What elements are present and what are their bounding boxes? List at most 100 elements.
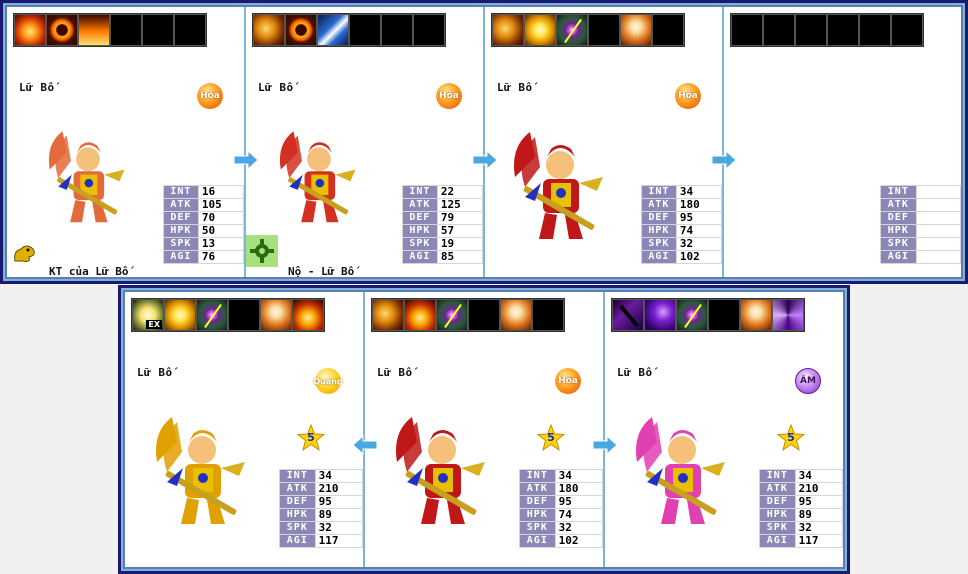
stat-value-int: 34 <box>794 469 844 483</box>
empty-skill-slot[interactable] <box>413 14 445 46</box>
empty-skill-slot[interactable] <box>142 14 174 46</box>
skill-bar <box>730 13 924 47</box>
stat-value-spk: 19 <box>436 237 484 251</box>
empty-skill-slot[interactable] <box>588 14 620 46</box>
stat-label: AGI <box>279 534 316 548</box>
hero-name: Lữ Bố <box>617 366 653 379</box>
aim-skill-icon[interactable] <box>556 14 588 46</box>
flame-skill-icon[interactable] <box>404 299 436 331</box>
stat-value-def: 95 <box>314 495 364 509</box>
empty-skill-slot[interactable] <box>859 14 891 46</box>
stat-label: INT <box>641 185 677 199</box>
hero-panel-1: Lữ Bố Hỏa INT 16 ATK 105 DEF 70 HPK 50 SPK 13 AGI 76… <box>7 7 259 278</box>
angel-skill-icon[interactable] <box>260 299 292 331</box>
stat-value-hpk: 57 <box>436 224 484 238</box>
empty-skill-slot[interactable] <box>891 14 923 46</box>
stat-label: ATK <box>759 482 796 496</box>
gold-flame-skill-icon[interactable] <box>524 14 556 46</box>
dagger-skill-icon[interactable] <box>612 299 644 331</box>
fire-element-icon: Hỏa <box>675 83 701 109</box>
dragon-skill-icon[interactable] <box>372 299 404 331</box>
aim-skill-icon[interactable] <box>196 299 228 331</box>
stat-row: DEF 70 <box>163 211 245 225</box>
stat-label: DEF <box>279 495 316 509</box>
stat-label: INT <box>759 469 796 483</box>
stat-label: SPK <box>641 237 677 251</box>
angel-skill-icon[interactable] <box>620 14 652 46</box>
flame-skill-icon[interactable] <box>292 299 324 331</box>
dragon-skill-icon[interactable] <box>492 14 524 46</box>
vortex-skill-icon[interactable] <box>772 299 804 331</box>
stat-row: SPK <box>880 237 962 251</box>
arrow-right-icon <box>710 149 738 171</box>
empty-skill-slot[interactable] <box>468 299 500 331</box>
stat-value-spk: 32 <box>675 237 723 251</box>
stat-label: ATK <box>641 198 677 212</box>
empty-skill-slot[interactable] <box>763 14 795 46</box>
stats-table: INT ATK DEF HPK SPK AGI <box>880 185 962 264</box>
swirl-skill-icon[interactable] <box>644 299 676 331</box>
empty-skill-slot[interactable] <box>708 299 740 331</box>
stat-value-agi: 102 <box>675 250 723 264</box>
stat-label: AGI <box>759 534 796 548</box>
dragon-skill-icon[interactable] <box>253 14 285 46</box>
hero-name: Lữ Bố <box>19 81 55 94</box>
aim-skill-icon[interactable] <box>436 299 468 331</box>
fire-ring-skill-icon[interactable] <box>285 14 317 46</box>
empty-skill-slot[interactable] <box>731 14 763 46</box>
stat-row: AGI 117 <box>279 534 364 548</box>
stat-label: HPK <box>163 224 199 238</box>
stat-value-spk: 32 <box>314 521 364 535</box>
stat-row: DEF 95 <box>279 495 364 509</box>
stat-value-atk: 210 <box>314 482 364 496</box>
stat-label: SPK <box>163 237 199 251</box>
aim-skill-icon[interactable] <box>676 299 708 331</box>
fire-skill-icon[interactable] <box>14 14 46 46</box>
blaze-skill-icon[interactable] <box>78 14 110 46</box>
gold-flame-skill-icon[interactable] <box>164 299 196 331</box>
fire-ring-skill-icon[interactable] <box>46 14 78 46</box>
angel-skill-icon[interactable] <box>500 299 532 331</box>
stat-value-agi: 117 <box>794 534 844 548</box>
empty-skill-slot[interactable] <box>652 14 684 46</box>
stat-row: INT 34 <box>279 469 364 483</box>
stat-label: SPK <box>519 521 556 535</box>
empty-skill-slot[interactable] <box>827 14 859 46</box>
arrow-right-icon <box>471 149 499 171</box>
stat-value-atk: 180 <box>554 482 604 496</box>
stat-label: ATK <box>279 482 316 496</box>
empty-skill-slot[interactable] <box>174 14 206 46</box>
empty-skill-slot[interactable] <box>795 14 827 46</box>
stat-row: DEF <box>880 211 962 225</box>
stat-value-atk: 180 <box>675 198 723 212</box>
empty-skill-slot[interactable] <box>381 14 413 46</box>
stat-value-def: 95 <box>554 495 604 509</box>
empty-skill-slot[interactable] <box>110 14 142 46</box>
stat-label: INT <box>163 185 199 199</box>
empty-skill-slot[interactable] <box>532 299 564 331</box>
ex-skill-icon[interactable]: EX <box>132 299 164 331</box>
stat-row: ATK 210 <box>759 482 844 496</box>
stat-row: HPK 57 <box>402 224 484 238</box>
hero-panel-4: INT ATK DEF HPK SPK AGI <box>724 7 962 277</box>
stat-row: SPK 19 <box>402 237 484 251</box>
stat-value-spk <box>915 237 962 251</box>
green-gear-icon <box>246 235 278 267</box>
stat-row: AGI 117 <box>759 534 844 548</box>
stat-value-spk: 32 <box>554 521 604 535</box>
stat-label: DEF <box>402 211 438 225</box>
angel-skill-icon[interactable] <box>740 299 772 331</box>
stat-label: INT <box>279 469 316 483</box>
skill-bar <box>13 13 207 47</box>
stat-label: AGI <box>163 250 199 264</box>
stat-value-agi: 102 <box>554 534 604 548</box>
skill-bar <box>611 298 805 332</box>
star-level: 5 <box>307 431 315 444</box>
empty-skill-slot[interactable] <box>228 299 260 331</box>
spear-skill-icon[interactable] <box>317 14 349 46</box>
star-level-icon: 5 <box>776 423 806 452</box>
stat-label: HPK <box>641 224 677 238</box>
hero-name: Lữ Bố <box>137 366 173 379</box>
stat-row: SPK 32 <box>279 521 364 535</box>
empty-skill-slot[interactable] <box>349 14 381 46</box>
